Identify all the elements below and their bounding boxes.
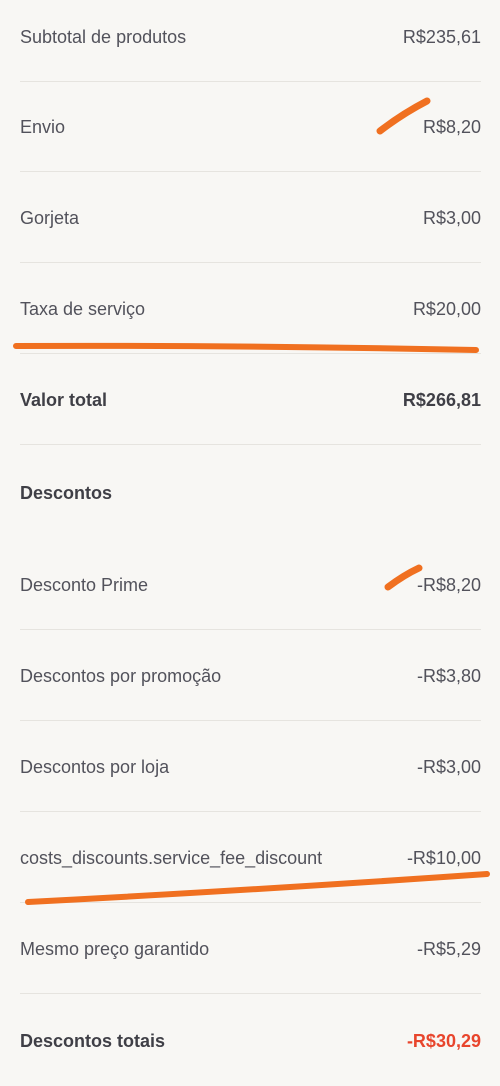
tip-row: Gorjeta R$3,00 <box>20 173 481 263</box>
service-fee-value: R$20,00 <box>412 298 481 319</box>
discount-store-value: -R$3,00 <box>416 756 481 777</box>
shipping-row: Envio R$8,20 <box>20 82 481 172</box>
discount-row-price-guarantee: Mesmo preço garantido -R$5,29 <box>20 904 481 994</box>
discount-row-promo: Descontos por promoção -R$3,80 <box>20 631 481 721</box>
total-row: Valor total R$266,81 <box>20 355 481 445</box>
discount-service-fee-value: -R$10,00 <box>406 847 481 868</box>
discounts-total-row: Descontos totais -R$30,29 <box>20 996 481 1086</box>
discount-prime-label: Desconto Prime <box>20 574 149 595</box>
discount-prime-value: -R$8,20 <box>416 574 481 595</box>
total-value: R$266,81 <box>402 389 481 410</box>
shipping-value: R$8,20 <box>422 116 481 137</box>
discount-row-prime: Desconto Prime -R$8,20 <box>20 540 481 630</box>
discount-price-guarantee-value: -R$5,29 <box>416 938 481 959</box>
subtotal-value: R$235,61 <box>402 26 481 47</box>
shipping-label: Envio <box>20 116 66 137</box>
discount-row-service-fee: costs_discounts.service_fee_discount -R$… <box>20 813 481 903</box>
discount-price-guarantee-label: Mesmo preço garantido <box>20 938 210 959</box>
discount-store-label: Descontos por loja <box>20 756 170 777</box>
discounts-header: Descontos <box>20 448 481 538</box>
discounts-total-value: -R$30,29 <box>406 1030 481 1051</box>
discount-row-store: Descontos por loja -R$3,00 <box>20 722 481 812</box>
subtotal-row: Subtotal de produtos R$235,61 <box>20 0 481 82</box>
discounts-title: Descontos <box>20 482 113 503</box>
tip-label: Gorjeta <box>20 207 80 228</box>
tip-value: R$3,00 <box>422 207 481 228</box>
discounts-total-label: Descontos totais <box>20 1030 166 1051</box>
discount-promo-label: Descontos por promoção <box>20 665 222 686</box>
discount-service-fee-label: costs_discounts.service_fee_discount <box>20 847 323 868</box>
total-label: Valor total <box>20 389 108 410</box>
service-fee-row: Taxa de serviço R$20,00 <box>20 264 481 354</box>
subtotal-label: Subtotal de produtos <box>20 26 187 47</box>
service-fee-label: Taxa de serviço <box>20 298 146 319</box>
discount-promo-value: -R$3,80 <box>416 665 481 686</box>
